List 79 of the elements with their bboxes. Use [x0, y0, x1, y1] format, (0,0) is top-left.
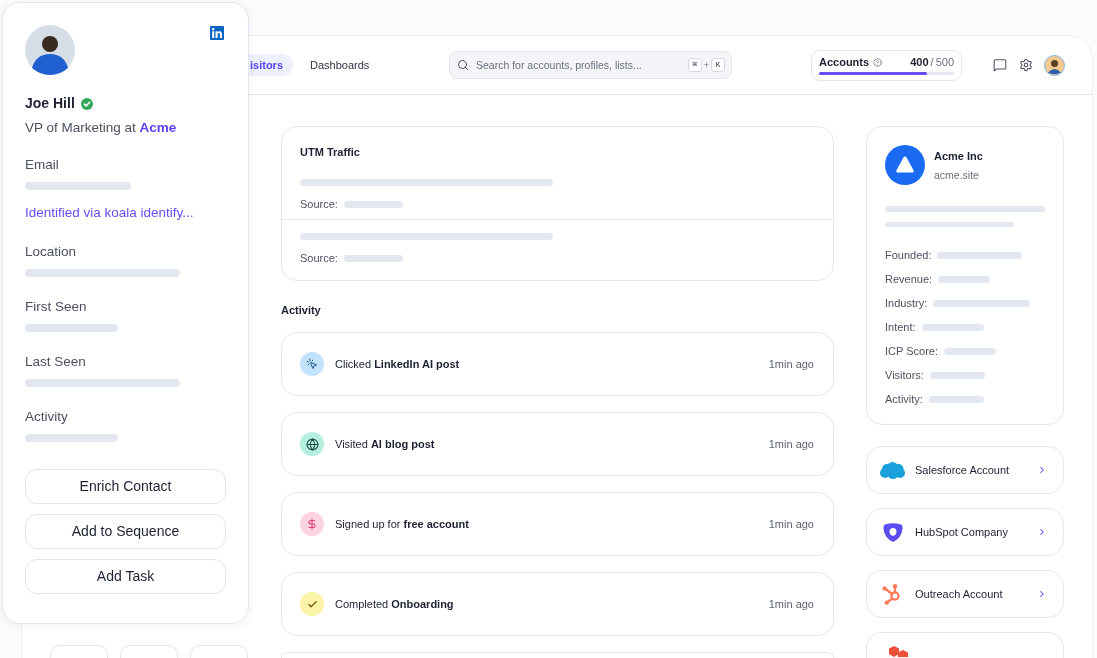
activity-card[interactable]: Clicked LinkedIn AI post 1min ago	[281, 332, 834, 396]
integration-label: Outreach Account	[915, 587, 1003, 601]
cursor-click-icon	[300, 352, 324, 376]
activity-text: Clicked LinkedIn AI post	[335, 357, 460, 371]
sprocket-icon	[882, 583, 903, 605]
integration-link[interactable]: Salesforce Account	[866, 446, 1064, 494]
plus-sign: +	[703, 59, 709, 72]
field-label: Revenue:	[885, 272, 933, 286]
activity-time: 1min ago	[768, 517, 814, 531]
integration-link[interactable]	[866, 632, 1064, 658]
chat-icon[interactable]	[993, 58, 1007, 72]
activity-text: Signed up for free account	[335, 517, 469, 531]
company-domain: acme.site	[934, 167, 979, 182]
integration-link[interactable]: Outreach Account	[866, 570, 1064, 618]
user-avatar-icon[interactable]	[1044, 54, 1065, 76]
accounts-label: Accounts	[819, 55, 870, 69]
integration-link[interactable]: HubSpot Company	[866, 508, 1064, 556]
search-icon	[457, 59, 469, 71]
chevron-right-icon	[1037, 465, 1047, 475]
field-label: First Seen	[25, 298, 87, 316]
action-button[interactable]: Add Task	[25, 559, 226, 594]
placeholder-bar	[938, 275, 991, 283]
integration-label: HubSpot Company	[915, 525, 1008, 539]
company-link[interactable]: Acme	[139, 120, 177, 135]
checkmark-icon	[300, 592, 324, 616]
activity-time: 1min ago	[768, 357, 814, 371]
field-label: Activity:	[885, 392, 923, 406]
dollar-icon	[300, 512, 324, 536]
cloud-icon	[880, 461, 905, 479]
slash-separator: /	[930, 55, 934, 69]
shield-icon	[882, 522, 903, 542]
action-button[interactable]: Add to Sequence	[25, 514, 226, 549]
activity-time: 1min ago	[768, 597, 814, 611]
accounts-limit: 500	[935, 55, 954, 69]
field-label: Visitors:	[885, 368, 924, 382]
action-button[interactable]: Enrich Contact	[25, 469, 226, 504]
globe-icon	[300, 432, 324, 456]
field-label: ICP Score:	[885, 344, 938, 358]
activity-card[interactable]: Visited AI blog post 1min ago	[281, 412, 834, 476]
activity-time: 1min ago	[768, 437, 814, 451]
contact-name: Joe Hill	[25, 95, 75, 112]
nav-tab[interactable]: Dashboards	[300, 54, 380, 76]
hexagon-icon	[887, 646, 908, 657]
nav-tab[interactable]: isitors	[249, 54, 293, 76]
card-title: UTM Traffic	[300, 145, 360, 159]
source-label: Source:	[300, 197, 338, 211]
activity-card[interactable]: Signed up for free account 1min ago	[281, 492, 834, 556]
settings-icon[interactable]	[1019, 58, 1033, 72]
help-icon	[873, 57, 883, 67]
field-label: Industry:	[885, 296, 928, 310]
accounts-usage-widget[interactable]: Accounts 400 / 500	[811, 49, 962, 81]
field-label: Last Seen	[25, 353, 86, 371]
field-label: Intent:	[885, 320, 916, 334]
source-label: Source:	[300, 251, 338, 265]
placeholder-bar	[343, 254, 403, 262]
identified-link[interactable]: Identified via koala identify...	[25, 204, 194, 222]
field-label: Location	[25, 243, 77, 261]
chevron-right-icon	[1037, 527, 1047, 537]
job-title: VP of Marketing at Acme	[25, 119, 177, 137]
in-logo-icon[interactable]	[209, 25, 225, 41]
activity-card[interactable]: Completed Onboarding 1min ago	[281, 572, 834, 636]
placeholder-bar	[928, 395, 984, 403]
field-label: Email	[25, 156, 59, 174]
integration-label: Salesforce Account	[915, 463, 1010, 477]
chevron-right-icon	[1037, 589, 1047, 599]
placeholder-bar	[929, 371, 985, 379]
avatar-icon	[25, 25, 75, 75]
triangle-logo-icon	[885, 145, 925, 185]
activity-text: Completed Onboarding	[335, 597, 454, 611]
placeholder-bar	[921, 323, 984, 331]
placeholder-bar	[944, 347, 996, 355]
field-label: Founded:	[885, 248, 932, 262]
placeholder-bar	[343, 200, 403, 208]
company-name: Acme Inc	[934, 148, 983, 163]
field-label: Activity	[25, 408, 68, 426]
activity-text: Visited AI blog post	[335, 437, 435, 451]
shortcut-key: K	[711, 58, 725, 72]
accounts-used: 400	[910, 55, 929, 69]
section-title: Activity	[281, 303, 321, 317]
